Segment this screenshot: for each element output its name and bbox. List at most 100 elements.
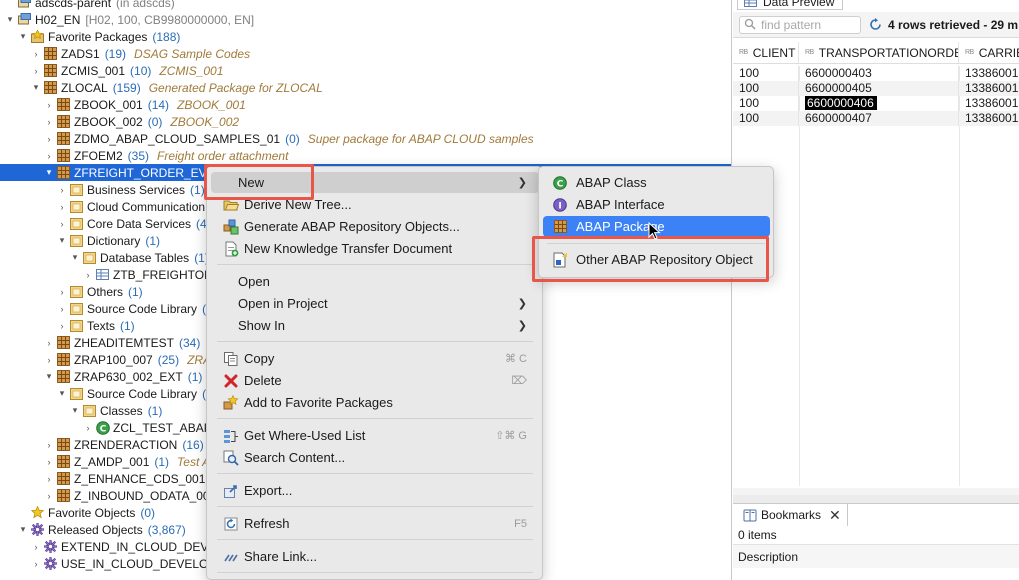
expand-chevron-icon[interactable]: › bbox=[30, 542, 42, 552]
tree-item[interactable]: › ZFOEM2 (35) Freight order attachment bbox=[0, 147, 731, 164]
bookmarks-view: Bookmarks ✕ 0 items Description bbox=[733, 503, 1019, 580]
table-cell[interactable]: 6600000403 bbox=[799, 66, 959, 81]
expand-chevron-icon[interactable]: › bbox=[43, 457, 55, 467]
expand-chevron-icon[interactable]: › bbox=[43, 151, 55, 161]
tree-item[interactable]: ▾ Favorite Packages (188) bbox=[0, 28, 731, 45]
table-cell[interactable]: 100 bbox=[733, 81, 799, 96]
column-header-client[interactable]: RB CLIENT bbox=[733, 42, 799, 63]
tree-item[interactable]: › ZADS1 (19) DSAG Sample Codes bbox=[0, 45, 731, 62]
menu-item-share-link[interactable]: Share Link... bbox=[211, 546, 539, 567]
folder-icon bbox=[70, 217, 83, 230]
menu-item-copy[interactable]: Copy ⌘ C bbox=[211, 348, 539, 369]
package-icon bbox=[57, 370, 70, 383]
menu-item-delete[interactable]: Delete ⌦ bbox=[211, 370, 539, 391]
menu-item-open-in-project[interactable]: Open in Project ❯ bbox=[211, 293, 539, 314]
tree-item-description: DSAG Sample Codes bbox=[134, 46, 251, 61]
table-cell[interactable]: 100 bbox=[733, 66, 799, 81]
collapse-chevron-icon[interactable]: ▾ bbox=[43, 167, 55, 178]
find-pattern-placeholder: find pattern bbox=[761, 17, 822, 32]
tree-item-label: ZBOOK_002 bbox=[74, 114, 143, 129]
tree-item-count: (0) bbox=[140, 505, 156, 520]
expand-chevron-icon[interactable]: › bbox=[56, 304, 68, 314]
horizontal-scrollbar[interactable] bbox=[733, 488, 1019, 495]
column-header-transportationorder[interactable]: RB TRANSPORTATIONORDER bbox=[799, 42, 959, 63]
expand-chevron-icon[interactable]: › bbox=[30, 49, 42, 59]
table-icon bbox=[96, 268, 109, 281]
close-icon[interactable]: ✕ bbox=[829, 507, 841, 524]
collapse-chevron-icon[interactable]: ▾ bbox=[69, 252, 81, 263]
menu-item-refresh[interactable]: Refresh F5 bbox=[211, 513, 539, 534]
expand-chevron-icon[interactable]: › bbox=[56, 287, 68, 297]
data-preview-tab[interactable]: Data Preview bbox=[737, 0, 844, 10]
table-cell[interactable]: 13386001 bbox=[959, 111, 1019, 126]
expand-chevron-icon[interactable]: › bbox=[43, 134, 55, 144]
collapse-chevron-icon[interactable]: ▾ bbox=[69, 405, 81, 416]
table-cell[interactable]: 13386001 bbox=[959, 66, 1019, 81]
highlight-new-menu-item bbox=[204, 164, 314, 200]
table-row[interactable]: 100 6600000405 13386001 bbox=[733, 81, 1019, 96]
menu-item-search-content[interactable]: Search Content... bbox=[211, 447, 539, 468]
menu-item-new-ktd[interactable]: New Knowledge Transfer Document bbox=[211, 238, 539, 259]
expand-chevron-icon[interactable]: › bbox=[30, 66, 42, 76]
table-cell[interactable]: 6600000407 bbox=[799, 111, 959, 126]
table-row[interactable]: 100 6600000403 13386001 bbox=[733, 66, 1019, 81]
expand-chevron-icon[interactable]: › bbox=[43, 440, 55, 450]
tree-item[interactable]: › ZBOOK_001 (14) ZBOOK_001 bbox=[0, 96, 731, 113]
table-cell[interactable]: 6600000406 bbox=[799, 96, 959, 111]
collapse-chevron-icon[interactable]: ▾ bbox=[56, 388, 68, 399]
expand-chevron-icon[interactable]: › bbox=[43, 474, 55, 484]
bookmarks-item-count: 0 items bbox=[738, 528, 777, 542]
menu-item-generate-repository-objects[interactable]: Generate ABAP Repository Objects... bbox=[211, 216, 539, 237]
table-cell[interactable]: 100 bbox=[733, 96, 799, 111]
menu-item-where-used[interactable]: Get Where-Used List ⇧⌘ G bbox=[211, 425, 539, 446]
bookmarks-tab[interactable]: Bookmarks ✕ bbox=[737, 504, 848, 526]
svg-text:C: C bbox=[557, 179, 564, 189]
expand-chevron-icon[interactable]: › bbox=[43, 117, 55, 127]
expand-chevron-icon[interactable]: › bbox=[43, 491, 55, 501]
expand-chevron-icon[interactable]: › bbox=[43, 355, 55, 365]
column-header-carrier[interactable]: RBCARRIE bbox=[959, 42, 1019, 63]
expand-chevron-icon[interactable]: › bbox=[56, 202, 68, 212]
table-cell[interactable]: 13386001 bbox=[959, 96, 1019, 111]
menu-item-show-in[interactable]: Show In ❯ bbox=[211, 315, 539, 336]
expand-chevron-icon[interactable]: › bbox=[56, 321, 68, 331]
expand-chevron-icon[interactable]: › bbox=[30, 559, 42, 569]
expand-chevron-icon[interactable]: › bbox=[43, 338, 55, 348]
table-cell[interactable]: 6600000405 bbox=[799, 81, 959, 96]
collapse-chevron-icon[interactable]: ▾ bbox=[4, 14, 16, 25]
bookmarks-description-header[interactable]: Description bbox=[733, 544, 1019, 568]
table-cell-value: 13386001 bbox=[965, 66, 1019, 80]
refresh-data-icon[interactable] bbox=[869, 18, 882, 31]
collapse-chevron-icon[interactable]: ▾ bbox=[17, 524, 29, 535]
table-row[interactable]: 100 6600000406 13386001 bbox=[733, 96, 1019, 111]
expand-chevron-icon[interactable]: › bbox=[56, 219, 68, 229]
menu-item-export[interactable]: Export... bbox=[211, 480, 539, 501]
collapse-chevron-icon[interactable]: ▾ bbox=[43, 371, 55, 382]
collapse-chevron-icon[interactable]: ▾ bbox=[17, 31, 29, 42]
expand-chevron-icon[interactable]: › bbox=[43, 100, 55, 110]
submenu-item-abap-class[interactable]: C ABAP Class bbox=[543, 172, 770, 193]
table-cell[interactable]: 13386001 bbox=[959, 81, 1019, 96]
tree-item[interactable]: ▾ ZLOCAL (159) Generated Package for ZLOCAL bbox=[0, 79, 731, 96]
tree-item[interactable]: › ZDMO_ABAP_CLOUD_SAMPLES_01 (0) Super pack… bbox=[0, 130, 731, 147]
menu-item-add-to-favorites[interactable]: Add to Favorite Packages bbox=[211, 392, 539, 413]
collapse-chevron-icon[interactable]: ▾ bbox=[56, 235, 68, 246]
menu-item-label: Generate ABAP Repository Objects... bbox=[244, 219, 460, 234]
table-row[interactable]: 100 6600000407 13386001 bbox=[733, 111, 1019, 126]
expand-chevron-icon[interactable]: › bbox=[82, 423, 94, 433]
collapse-chevron-icon[interactable]: ▾ bbox=[30, 82, 42, 93]
submenu-item-abap-interface[interactable]: I ABAP Interface bbox=[543, 194, 770, 215]
tree-item[interactable]: adscds-parent (in adscds) bbox=[0, 0, 731, 11]
table-cell[interactable]: 100 bbox=[733, 111, 799, 126]
tree-item-label: ZBOOK_001 bbox=[74, 97, 143, 112]
tree-item[interactable]: › ZBOOK_002 (0) ZBOOK_002 bbox=[0, 113, 731, 130]
table-cell-value: 100 bbox=[739, 111, 760, 125]
tree-item[interactable]: › ZCMIS_001 (10) ZCMIS_001 bbox=[0, 62, 731, 79]
tree-item[interactable]: ▾ H02_EN [H02, 100, CB9980000000, EN] bbox=[0, 11, 731, 28]
expand-chevron-icon[interactable]: › bbox=[82, 270, 94, 280]
star-folder-icon bbox=[31, 30, 44, 43]
menu-item-open[interactable]: Open bbox=[211, 271, 539, 292]
gear-icon bbox=[44, 540, 57, 553]
find-pattern-input[interactable]: find pattern bbox=[739, 15, 861, 34]
expand-chevron-icon[interactable]: › bbox=[56, 185, 68, 195]
